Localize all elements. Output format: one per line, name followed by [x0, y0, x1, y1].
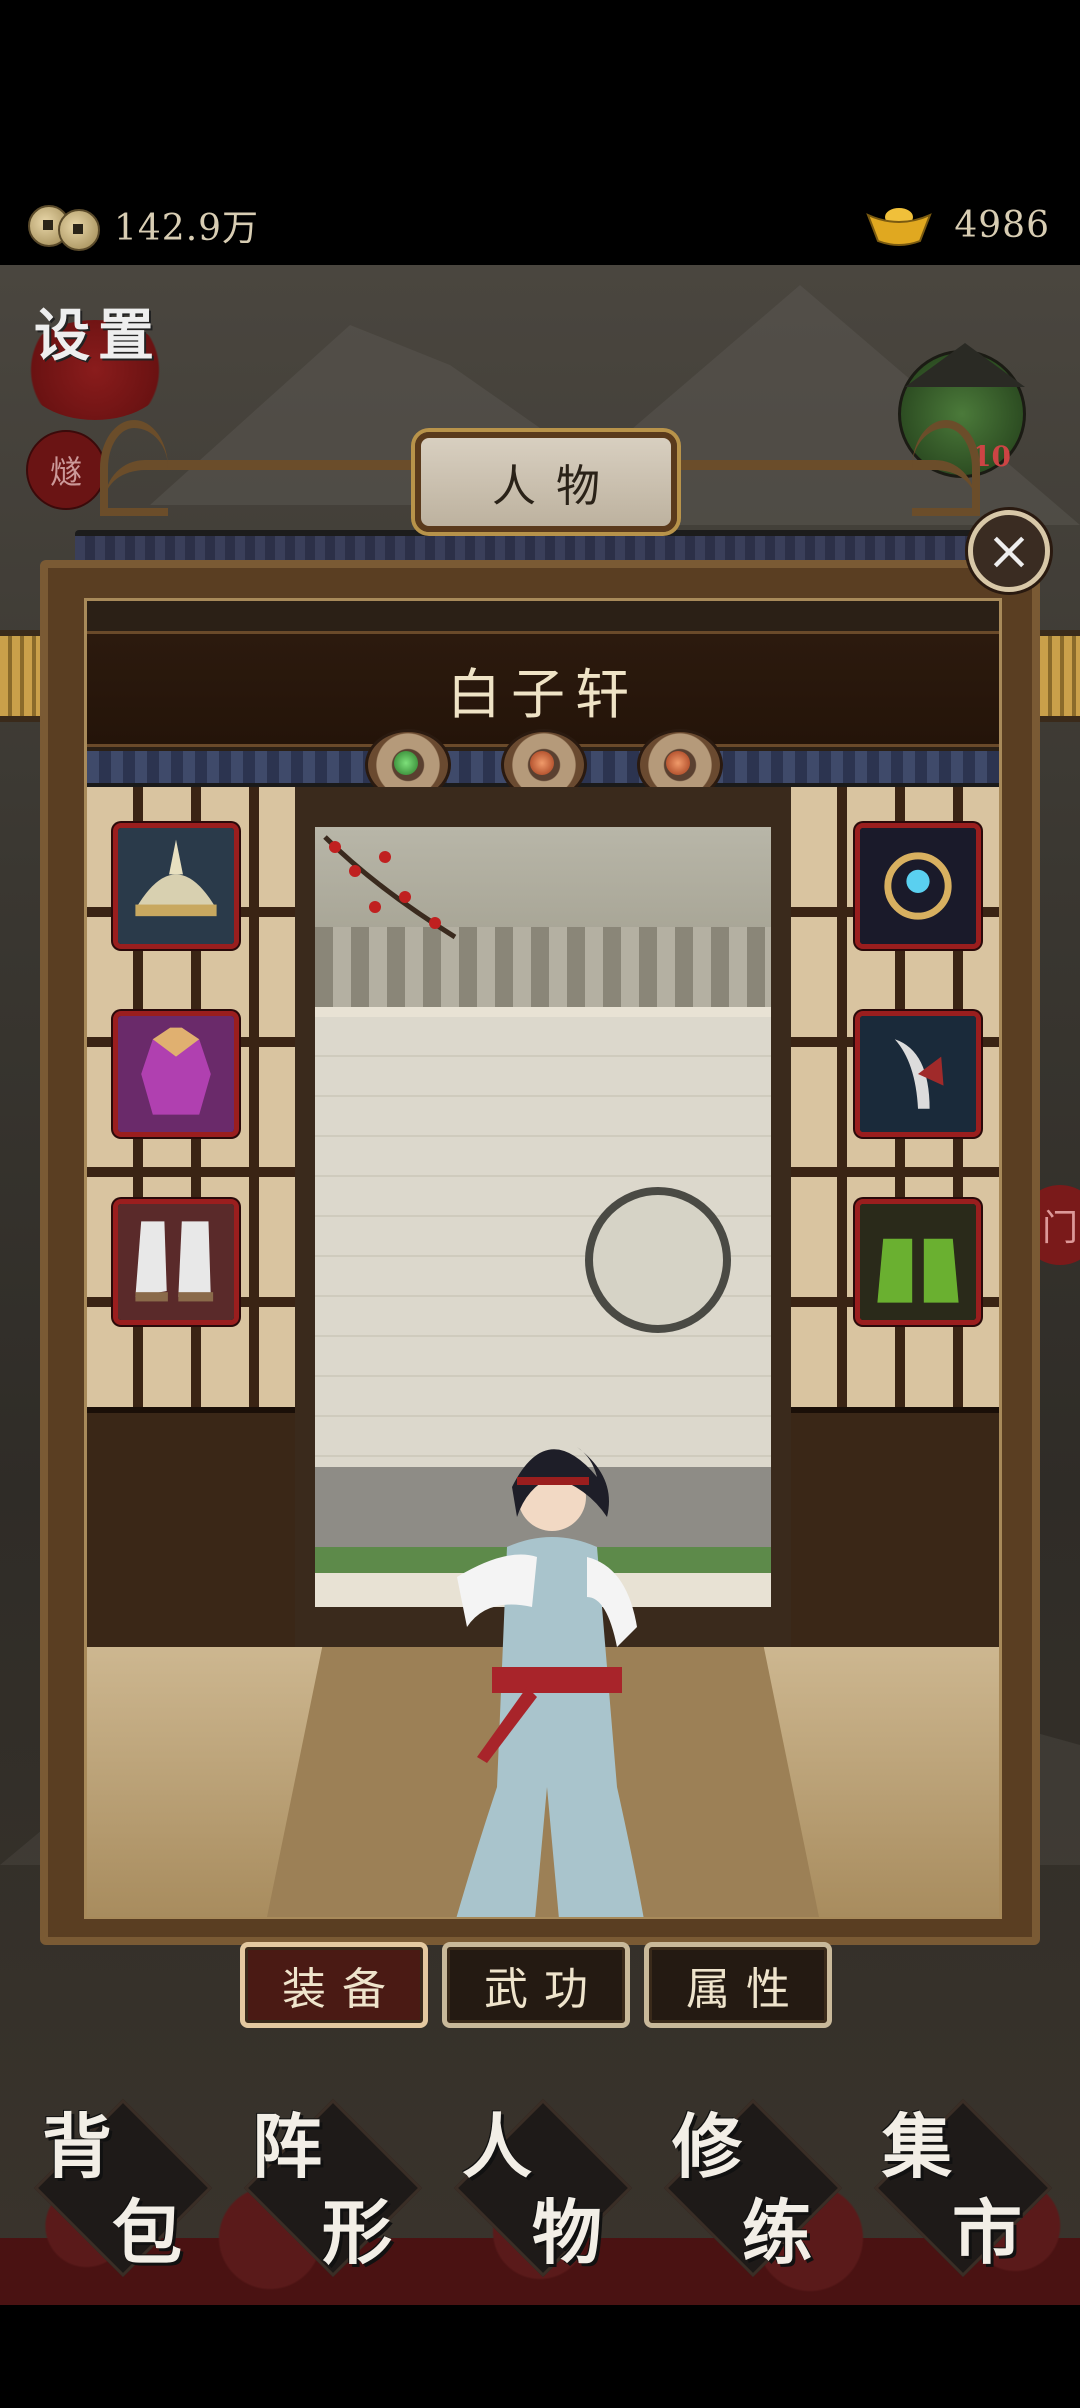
- nav-backpack-char-1: 背: [42, 2105, 112, 2188]
- equip-gloves-slot[interactable]: [855, 1199, 981, 1325]
- nav-training-char-1: 修: [672, 2105, 742, 2188]
- tab-martial-arts[interactable]: 武功: [442, 1942, 630, 2028]
- panel-title: 人物: [492, 461, 620, 512]
- right-lower-wall: [791, 1407, 999, 1653]
- nav-formation-char-2: 形: [322, 2191, 392, 2274]
- coins-display: 142.9万: [28, 195, 259, 255]
- nav-character-char-2: 物: [532, 2191, 602, 2274]
- settings-label: 设置: [34, 303, 162, 369]
- tab-equipment[interactable]: 装备: [240, 1942, 428, 2028]
- nav-backpack[interactable]: 背 包: [20, 2085, 220, 2285]
- amulet-icon: [860, 828, 976, 944]
- equip-weapon-slot[interactable]: [855, 1011, 981, 1137]
- top-status-bar: 142.9万 4986: [0, 0, 1080, 265]
- armor-icon: [118, 1016, 234, 1132]
- nav-character[interactable]: 人 物: [440, 2085, 640, 2285]
- coins-value: 142.9万: [114, 208, 260, 249]
- coin-icon: [28, 201, 100, 251]
- nav-backpack-char-2: 包: [112, 2191, 182, 2274]
- gloves-icon: [860, 1204, 976, 1320]
- left-lower-wall: [87, 1407, 295, 1653]
- roof-curl-right: [912, 420, 980, 516]
- equip-amulet-slot[interactable]: [855, 823, 981, 949]
- settings-button[interactable]: 设置: [20, 300, 180, 430]
- ingots-display: 4986: [866, 195, 1050, 255]
- gold-ingot-icon: [866, 208, 933, 246]
- panel-tabs: 装备 武功 属性: [240, 1942, 840, 2028]
- panel-title-plaque: 人物: [415, 432, 677, 532]
- nav-character-char-1: 人: [462, 2105, 532, 2188]
- bottom-bar: [0, 2305, 1080, 2408]
- plum-blossom-branch: [323, 835, 457, 940]
- equip-armor-slot[interactable]: [113, 1011, 239, 1137]
- bottom-navigation: 背 包 阵 形 人 物 修 练 集 市: [0, 2085, 1080, 2305]
- nav-formation-char-1: 阵: [252, 2105, 322, 2188]
- boots-icon: [118, 1204, 234, 1320]
- character-room: [87, 787, 999, 1917]
- ingots-value: 4986: [954, 204, 1050, 246]
- panel-frame: 白子轩: [40, 560, 1040, 1945]
- helmet-icon: [118, 828, 234, 944]
- nav-training[interactable]: 修 练: [650, 2085, 850, 2285]
- lantern-button[interactable]: 燧: [26, 430, 106, 510]
- roof-curl-left: [100, 420, 168, 516]
- nav-market[interactable]: 集 市: [860, 2085, 1060, 2285]
- moon-window: [585, 1187, 731, 1333]
- equip-boots-slot[interactable]: [113, 1199, 239, 1325]
- weapon-icon: [860, 1016, 976, 1132]
- character-portrait: [456, 1447, 644, 1917]
- nav-formation[interactable]: 阵 形: [230, 2085, 430, 2285]
- equip-helmet-slot[interactable]: [113, 823, 239, 949]
- character-panel: 人物 白子轩: [40, 420, 1040, 1945]
- panel-inner: 白子轩: [84, 598, 1002, 1919]
- character-name: 白子轩: [447, 662, 639, 726]
- nav-market-char-2: 市: [952, 2191, 1022, 2274]
- nav-market-char-1: 集: [882, 2105, 952, 2188]
- nav-training-char-2: 练: [742, 2191, 812, 2274]
- tab-attributes[interactable]: 属性: [644, 1942, 832, 2028]
- close-button[interactable]: ×: [968, 510, 1050, 592]
